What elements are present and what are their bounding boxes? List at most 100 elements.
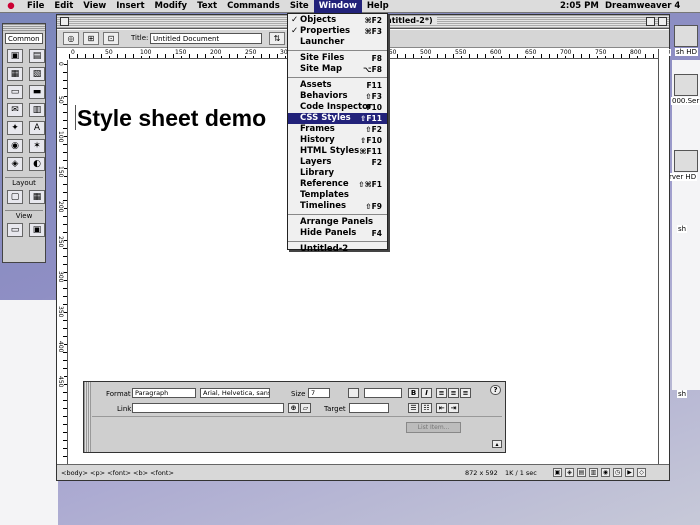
draw-layout-table-icon[interactable]: ▦ xyxy=(29,190,45,204)
history-icon[interactable]: ◷ xyxy=(613,468,622,477)
show-code-design-icon[interactable]: ⊞ xyxy=(83,32,99,45)
size-select[interactable]: 7 xyxy=(308,388,330,398)
window-menu-item-untitled-2[interactable]: Untitled-2 xyxy=(288,244,387,255)
standard-view-icon[interactable]: ▭ xyxy=(7,223,23,237)
window-menu-item-objects[interactable]: ✓ Objects ⌘F2 xyxy=(288,15,387,26)
apple-menu-icon[interactable]: ● xyxy=(0,1,22,11)
window-menu-item-behaviors[interactable]: Behaviors ⇧F3 xyxy=(288,91,387,102)
window-size-indicator[interactable]: 872 x 592 xyxy=(465,469,498,477)
status-bar: <body> <p> <font> <b> <font> 872 x 592 1… xyxy=(57,464,669,480)
layout-view-icon[interactable]: ▣ xyxy=(29,223,45,237)
window-menu-item-assets[interactable]: Assets F11 xyxy=(288,80,387,91)
insert-shockwave-icon[interactable]: ◉ xyxy=(7,139,23,153)
insert-flash-icon[interactable]: ✦ xyxy=(7,121,23,135)
ruler-number: 700 xyxy=(560,49,573,56)
ordered-list-icon[interactable]: ☷ xyxy=(421,403,432,413)
align-right-icon[interactable]: ≡ xyxy=(460,388,471,398)
insert-hr-icon[interactable]: ▬ xyxy=(29,85,45,99)
menu-help[interactable]: Help xyxy=(362,0,394,13)
document-title-input[interactable]: Untitled Document xyxy=(150,33,262,44)
align-left-icon[interactable]: ≡ xyxy=(436,388,447,398)
menu-file[interactable]: File xyxy=(22,0,49,13)
browse-folder-icon[interactable]: ▱ xyxy=(300,403,311,413)
indent-icon[interactable]: ⇥ xyxy=(448,403,459,413)
point-to-file-icon[interactable]: ⊕ xyxy=(288,403,299,413)
menu-window[interactable]: Window xyxy=(313,0,362,13)
window-menu-item-layers[interactable]: Layers F2 xyxy=(288,157,387,168)
insert-email-icon[interactable]: ✉ xyxy=(7,103,23,117)
font-select[interactable]: Arial, Helvetica, sans xyxy=(200,388,270,398)
collapse-box-icon[interactable] xyxy=(658,17,667,26)
window-menu-item-history[interactable]: History ⇧F10 xyxy=(288,135,387,146)
insert-layer-icon[interactable]: ▧ xyxy=(29,67,45,81)
menu-modify[interactable]: Modify xyxy=(150,0,193,13)
assets-icon[interactable]: ◈ xyxy=(565,468,574,477)
insert-table-icon[interactable]: ▦ xyxy=(7,67,23,81)
html-styles-icon[interactable]: ▤ xyxy=(577,468,586,477)
window-menu-item-launcher[interactable]: Launcher xyxy=(288,37,387,48)
desktop-drive-icon[interactable] xyxy=(674,25,698,47)
zoom-box-icon[interactable] xyxy=(646,17,655,26)
draw-layout-cell-icon[interactable]: ▢ xyxy=(7,190,23,204)
menu-commands[interactable]: Commands xyxy=(222,0,285,13)
collapse-properties-icon[interactable]: ▴ xyxy=(492,440,502,448)
menu-text[interactable]: Text xyxy=(192,0,222,13)
menu-view[interactable]: View xyxy=(78,0,111,13)
window-menu-item-templates[interactable]: Templates xyxy=(288,190,387,201)
format-select[interactable]: Paragraph xyxy=(132,388,196,398)
outdent-icon[interactable]: ⇤ xyxy=(436,403,447,413)
desktop-drive-icon[interactable] xyxy=(674,74,698,96)
insert-flash-text-icon[interactable]: A xyxy=(29,121,45,135)
insert-image-icon[interactable]: ▣ xyxy=(7,49,23,63)
show-code-view-icon[interactable]: ◎ xyxy=(63,32,79,45)
window-menu-item-timelines[interactable]: Timelines ⇧F9 xyxy=(288,201,387,212)
window-menu-item-hide-panels[interactable]: Hide Panels F4 xyxy=(288,228,387,239)
objects-category-select[interactable]: Common xyxy=(5,33,43,44)
menu-insert[interactable]: Insert xyxy=(111,0,149,13)
text-color-swatch[interactable] xyxy=(348,388,359,398)
insert-generator-icon[interactable]: ✶ xyxy=(29,139,45,153)
insert-fireworks-icon[interactable]: ◈ xyxy=(7,157,23,171)
tag-selector[interactable]: <body> <p> <font> <b> <font> xyxy=(61,469,174,477)
insert-navbar-icon[interactable]: ▭ xyxy=(7,85,23,99)
file-management-icon[interactable]: ⇅ xyxy=(269,32,285,45)
timelines-icon[interactable]: ▶ xyxy=(625,468,634,477)
objects-panel-titlebar[interactable] xyxy=(3,24,45,31)
close-box-icon[interactable] xyxy=(60,17,69,26)
insert-rollover-icon[interactable]: ▤ xyxy=(29,49,45,63)
window-menu-item-html-styles[interactable]: HTML Styles ⌘F11 xyxy=(288,146,387,157)
vertical-scrollbar[interactable] xyxy=(658,49,669,465)
show-design-view-icon[interactable]: ⊡ xyxy=(103,32,119,45)
align-center-icon[interactable]: ≡ xyxy=(448,388,459,398)
properties-panel-titlebar[interactable] xyxy=(84,382,91,452)
window-menu-item-library[interactable]: Library xyxy=(288,168,387,179)
link-input[interactable] xyxy=(132,403,284,413)
text-color-input[interactable] xyxy=(364,388,402,398)
code-inspector-icon[interactable]: ◇ xyxy=(637,468,646,477)
window-menu-item-arrange-panels[interactable]: Arrange Panels xyxy=(288,217,387,228)
window-menu-item-css-styles[interactable]: CSS Styles ⇧F11 xyxy=(288,113,387,124)
menu-edit[interactable]: Edit xyxy=(49,0,78,13)
help-icon[interactable]: ? xyxy=(490,385,501,395)
window-menu-item-site-map[interactable]: Site Map ⌥F8 xyxy=(288,64,387,75)
menu-site[interactable]: Site xyxy=(285,0,314,13)
target-select[interactable] xyxy=(349,403,389,413)
list-item-button[interactable]: List Item... xyxy=(406,422,461,433)
behaviors-icon[interactable]: ◉ xyxy=(601,468,610,477)
bold-button[interactable]: B xyxy=(408,388,419,398)
insert-applet-icon[interactable]: ◐ xyxy=(29,157,45,171)
app-switcher[interactable]: Dreamweaver 4 xyxy=(605,0,680,13)
site-icon[interactable]: ▣ xyxy=(553,468,562,477)
window-menu-item-frames[interactable]: Frames ⇧F2 xyxy=(288,124,387,135)
document-heading[interactable]: Style sheet demo xyxy=(77,105,266,132)
window-menu-item-reference[interactable]: Reference ⇧⌘F1 xyxy=(288,179,387,190)
desktop-drive-icon[interactable] xyxy=(674,150,698,172)
window-menu-item-properties[interactable]: ✓ Properties ⌘F3 xyxy=(288,26,387,37)
css-styles-icon[interactable]: ▥ xyxy=(589,468,598,477)
window-menu-item-site-files[interactable]: Site Files F8 xyxy=(288,53,387,64)
unordered-list-icon[interactable]: ☰ xyxy=(408,403,419,413)
window-menu-item-code-inspector[interactable]: Code Inspector F10 xyxy=(288,102,387,113)
insert-date-icon[interactable]: ▥ xyxy=(29,103,45,117)
italic-button[interactable]: I xyxy=(421,388,432,398)
menu-item-label: Site Files xyxy=(300,53,345,63)
